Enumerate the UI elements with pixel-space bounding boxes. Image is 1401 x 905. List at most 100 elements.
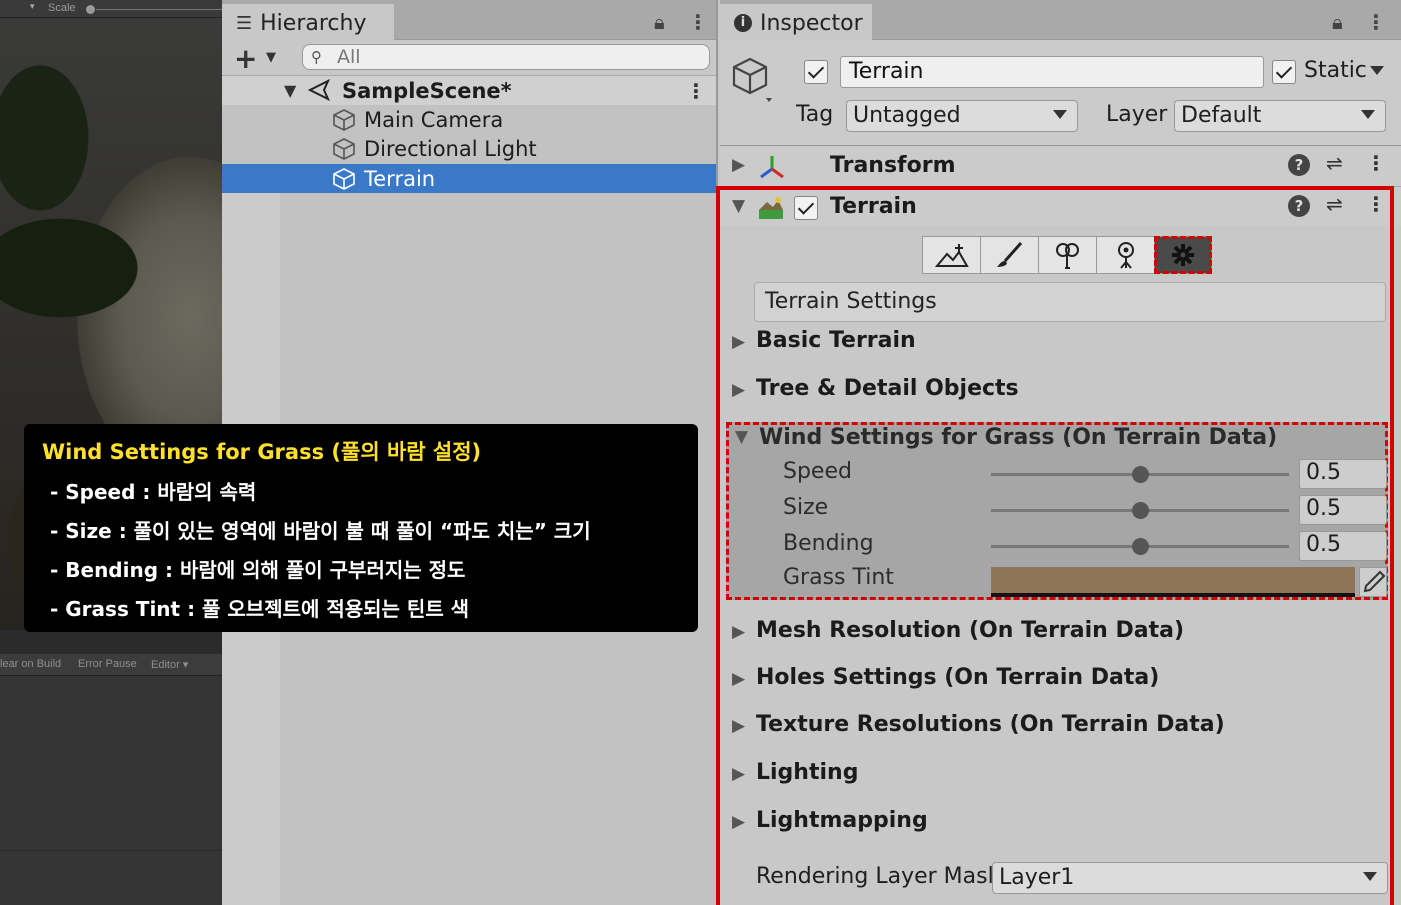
section-title[interactable]: Wind Settings for Grass (On Terrain Data…	[759, 425, 1277, 450]
wind-bending-row: Bending 0.5	[729, 529, 1387, 565]
transform-axis-icon	[760, 156, 784, 179]
hierarchy-item-directional-light[interactable]: Directional Light	[222, 134, 716, 163]
section-lightmapping[interactable]: ▶ Lightmapping	[720, 806, 1401, 842]
terrain-enabled-checkbox[interactable]	[794, 196, 818, 220]
expand-triangle-icon[interactable]: ▼	[735, 427, 748, 447]
scale-slider-track[interactable]	[96, 9, 222, 10]
chevron-down-icon	[1363, 872, 1377, 881]
scale-label: Scale	[48, 2, 76, 14]
caption-line-speed: - Speed : 바람의 속력	[50, 480, 257, 504]
hierarchy-item-terrain[interactable]: Terrain	[222, 164, 716, 193]
eyedropper-icon[interactable]	[1359, 567, 1387, 597]
presets-icon[interactable]: ⇌	[1326, 151, 1343, 175]
static-checkbox[interactable]	[1272, 60, 1296, 84]
lock-icon[interactable]: 🔒︎	[1332, 10, 1343, 34]
collapse-triangle-icon[interactable]: ▶	[732, 380, 745, 400]
active-checkbox[interactable]	[804, 60, 828, 84]
search-icon: ⚲	[311, 48, 322, 66]
caption-line-grass-tint: - Grass Tint : 풀 오브젝트에 적용되는 틴트 색	[50, 597, 470, 621]
hierarchy-menu-icon[interactable]: ⋮	[688, 10, 708, 34]
scale-slider-thumb[interactable]	[86, 5, 95, 14]
wind-speed-field[interactable]: 0.5	[1299, 459, 1387, 489]
mountain-plus-icon	[934, 244, 969, 267]
lock-icon[interactable]: 🔒︎	[654, 10, 665, 34]
section-tree-detail-objects[interactable]: ▶ Tree & Detail Objects	[720, 374, 1401, 410]
tab-hierarchy-label: Hierarchy	[260, 10, 367, 36]
expand-triangle-icon[interactable]: ▼	[284, 81, 296, 100]
transform-component-header[interactable]: ▶ Transform ? ⇌ ⋮	[720, 147, 1401, 187]
wind-bending-field[interactable]: 0.5	[1299, 531, 1387, 561]
paint-trees-tool[interactable]	[1038, 236, 1096, 274]
collapse-triangle-icon[interactable]: ▶	[732, 669, 745, 689]
section-basic-terrain[interactable]: ▶ Basic Terrain	[720, 326, 1401, 362]
layer-dropdown[interactable]: Default	[1174, 100, 1386, 132]
collapse-triangle-icon[interactable]: ▶	[732, 716, 745, 736]
scene-row[interactable]: ▼ SampleScene* ⋮	[222, 76, 716, 105]
error-pause-button[interactable]: Error Pause	[78, 658, 137, 670]
inspector-panel: i Inspector 🔒︎ ⋮ Terrain Static Tag Unta…	[720, 0, 1401, 905]
wind-size-label: Size	[783, 495, 829, 520]
static-dropdown-icon[interactable]	[1370, 66, 1384, 75]
scene-menu-icon[interactable]: ⋮	[686, 79, 706, 103]
console-divider	[0, 850, 222, 851]
hierarchy-item-main-camera[interactable]: Main Camera	[222, 105, 716, 134]
chevron-down-icon	[1053, 110, 1067, 119]
wind-size-slider-thumb[interactable]	[1131, 502, 1149, 519]
inspector-menu-icon[interactable]: ⋮	[1366, 10, 1386, 34]
help-icon[interactable]: ?	[1288, 195, 1310, 217]
rendering-layer-mask-dropdown[interactable]: Layer1	[992, 862, 1388, 894]
layer-value: Default	[1181, 103, 1262, 128]
raise-terrain-tool[interactable]	[922, 236, 980, 274]
collapse-triangle-icon[interactable]: ▶	[732, 812, 745, 832]
add-dropdown-icon[interactable]: ▼	[266, 50, 276, 65]
object-name-field[interactable]: Terrain	[840, 56, 1264, 88]
collapse-triangle-icon[interactable]: ▶	[732, 622, 745, 642]
tab-inspector[interactable]: i Inspector	[720, 4, 872, 40]
tag-dropdown[interactable]: Untagged	[846, 100, 1078, 132]
editor-dropdown-label: Editor	[151, 659, 180, 671]
component-menu-icon[interactable]: ⋮	[1366, 151, 1386, 175]
scene-dropdown-icon[interactable]: ▾	[30, 2, 35, 12]
terrain-component-header[interactable]: ▼ Terrain ? ⇌ ⋮	[720, 188, 1401, 228]
collapse-triangle-icon[interactable]: ▶	[732, 764, 745, 784]
grass-tint-color-field[interactable]	[991, 567, 1355, 597]
wind-bending-label: Bending	[783, 531, 874, 556]
static-label: Static	[1304, 58, 1367, 83]
wind-speed-slider-thumb[interactable]	[1131, 466, 1149, 483]
add-object-button[interactable]: +	[234, 42, 257, 75]
clear-on-build-button[interactable]: lear on Build	[0, 658, 61, 670]
section-texture-resolutions[interactable]: ▶ Texture Resolutions (On Terrain Data)	[720, 710, 1401, 746]
collapse-triangle-icon[interactable]: ▶	[732, 332, 745, 352]
section-holes-settings[interactable]: ▶ Holes Settings (On Terrain Data)	[720, 663, 1401, 699]
wind-size-field[interactable]: 0.5	[1299, 495, 1387, 525]
gameobject-cube-icon	[333, 109, 355, 131]
wind-size-row: Size 0.5	[729, 493, 1387, 529]
grass-tint-label: Grass Tint	[783, 565, 894, 590]
wind-speed-row: Speed 0.5	[729, 457, 1387, 493]
hierarchy-item-label: Directional Light	[364, 136, 537, 161]
hierarchy-toolbar: + ▼ ⚲ All	[222, 40, 716, 76]
grass-tint-row: Grass Tint	[729, 563, 1387, 599]
gear-icon	[1172, 244, 1194, 266]
paint-texture-tool[interactable]	[980, 236, 1038, 274]
hierarchy-item-label: Main Camera	[364, 107, 504, 132]
wind-bending-slider-thumb[interactable]	[1131, 538, 1149, 555]
flower-icon	[1117, 242, 1134, 269]
tab-hierarchy[interactable]: ☰ Hierarchy	[222, 4, 394, 40]
component-menu-icon[interactable]: ⋮	[1366, 192, 1386, 216]
section-mesh-resolution[interactable]: ▶ Mesh Resolution (On Terrain Data)	[720, 616, 1401, 652]
hierarchy-tabbar: ☰ Hierarchy 🔒︎ ⋮	[222, 0, 716, 40]
collapse-triangle-icon[interactable]: ▶	[732, 155, 745, 175]
section-lighting[interactable]: ▶ Lighting	[720, 758, 1401, 794]
terrain-settings-tool[interactable]	[1154, 236, 1212, 274]
expand-triangle-icon[interactable]: ▼	[732, 196, 745, 216]
hierarchy-search-input[interactable]: ⚲ All	[302, 44, 710, 70]
paint-details-tool[interactable]	[1096, 236, 1154, 274]
presets-icon[interactable]: ⇌	[1326, 192, 1343, 216]
tree-icon	[1055, 243, 1079, 269]
caption-line-size: - Size : 풀이 있는 영역에 바람이 불 때 풀이 “파도 치는” 크기	[50, 519, 591, 543]
scene-name: SampleScene*	[342, 78, 512, 103]
gameobject-header: Terrain Static Tag Untagged Layer Defaul…	[720, 40, 1401, 146]
help-icon[interactable]: ?	[1288, 154, 1310, 176]
editor-dropdown[interactable]: Editor ▾	[151, 658, 188, 671]
